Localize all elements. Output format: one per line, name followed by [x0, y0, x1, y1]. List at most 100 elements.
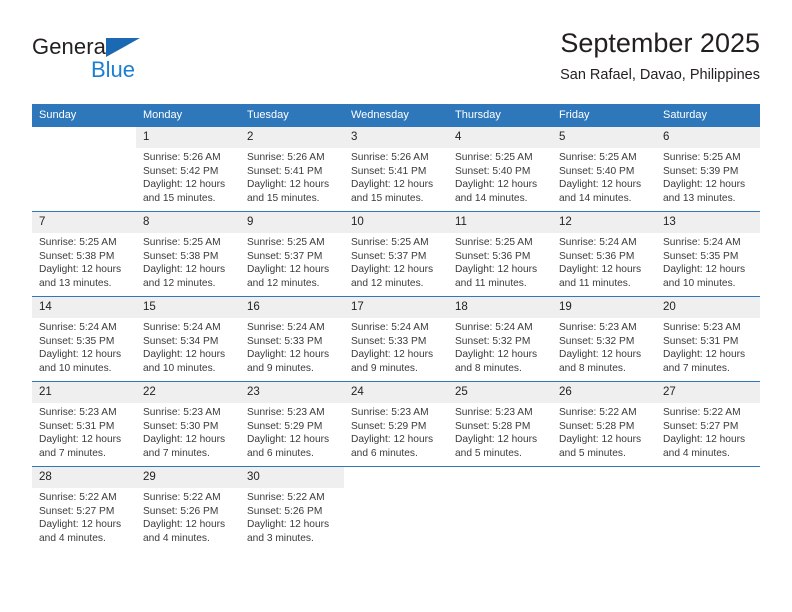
day-info-line: and 10 minutes. — [39, 362, 112, 374]
day-number: 5 — [552, 127, 656, 148]
day-info-line: Daylight: 12 hours — [559, 434, 642, 446]
calendar-day-cell[interactable]: 26 Sunrise: 5:22 AM Sunset: 5:28 PM Dayligh… — [552, 381, 656, 467]
day-info-line: and 14 minutes. — [559, 192, 632, 204]
day-number: 23 — [240, 382, 344, 403]
calendar-day-cell[interactable]: 21 Sunrise: 5:23 AM Sunset: 5:31 PM Dayligh… — [32, 381, 136, 467]
day-info-line: and 15 minutes. — [351, 192, 424, 204]
day-number: 12 — [552, 212, 656, 233]
calendar-day-cell[interactable]: 25 Sunrise: 5:23 AM Sunset: 5:28 PM Dayligh… — [448, 381, 552, 467]
calendar-day-cell[interactable]: 4 Sunrise: 5:25 AM Sunset: 5:40 PM Daylight… — [448, 127, 552, 212]
calendar-week-row: 1 Sunrise: 5:26 AM Sunset: 5:42 PM Daylight… — [32, 127, 760, 212]
day-info-line: Sunset: 5:29 PM — [247, 420, 323, 432]
day-info-line: Daylight: 12 hours — [247, 179, 330, 191]
day-sun-info: Sunrise: 5:24 AM Sunset: 5:33 PM Daylight:… — [344, 318, 448, 375]
day-info-line: Sunrise: 5:23 AM — [143, 407, 221, 418]
day-info-line: Sunset: 5:39 PM — [663, 165, 739, 177]
calendar-day-cell[interactable]: 2 Sunrise: 5:26 AM Sunset: 5:41 PM Daylight… — [240, 127, 344, 212]
calendar-day-cell[interactable]: 1 Sunrise: 5:26 AM Sunset: 5:42 PM Daylight… — [136, 127, 240, 212]
day-info-line: Sunrise: 5:22 AM — [39, 492, 117, 503]
calendar-day-cell[interactable]: 29 Sunrise: 5:22 AM Sunset: 5:26 PM Dayligh… — [136, 466, 240, 551]
weekday-header-cell: Sunday — [32, 104, 136, 127]
day-number: 10 — [344, 212, 448, 233]
calendar-day-cell[interactable]: 28 Sunrise: 5:22 AM Sunset: 5:27 PM Dayligh… — [32, 466, 136, 551]
calendar-day-cell[interactable]: 24 Sunrise: 5:23 AM Sunset: 5:29 PM Dayligh… — [344, 381, 448, 467]
day-info-line: Sunrise: 5:25 AM — [143, 237, 221, 248]
calendar-day-cell[interactable]: 30 Sunrise: 5:22 AM Sunset: 5:26 PM Dayligh… — [240, 466, 344, 551]
day-number — [552, 467, 656, 488]
day-number: 3 — [344, 127, 448, 148]
day-info-line: Sunset: 5:38 PM — [143, 250, 219, 262]
day-number: 18 — [448, 297, 552, 318]
day-info-line: Sunrise: 5:24 AM — [455, 322, 533, 333]
day-sun-info: Sunrise: 5:25 AM Sunset: 5:40 PM Daylight:… — [448, 148, 552, 205]
day-number: 30 — [240, 467, 344, 488]
day-info-line: and 6 minutes. — [351, 447, 418, 459]
day-info-line: Daylight: 12 hours — [247, 434, 330, 446]
calendar-day-cell[interactable]: 10 Sunrise: 5:25 AM Sunset: 5:37 PM Dayligh… — [344, 211, 448, 297]
day-info-line: and 9 minutes. — [247, 362, 314, 374]
calendar-day-cell[interactable]: 3 Sunrise: 5:26 AM Sunset: 5:41 PM Daylight… — [344, 127, 448, 212]
day-info-line: Sunrise: 5:24 AM — [143, 322, 221, 333]
day-number: 19 — [552, 297, 656, 318]
calendar-day-cell[interactable]: 6 Sunrise: 5:25 AM Sunset: 5:39 PM Daylight… — [656, 127, 760, 212]
calendar-day-cell[interactable]: 9 Sunrise: 5:25 AM Sunset: 5:37 PM Daylight… — [240, 211, 344, 297]
general-blue-logo[interactable]: General Blue — [32, 34, 172, 88]
day-info-line: Sunset: 5:41 PM — [247, 165, 323, 177]
day-sun-info: Sunrise: 5:24 AM Sunset: 5:33 PM Daylight:… — [240, 318, 344, 375]
day-sun-info: Sunrise: 5:25 AM Sunset: 5:37 PM Daylight:… — [344, 233, 448, 290]
day-number: 9 — [240, 212, 344, 233]
calendar-day-cell[interactable]: 19 Sunrise: 5:23 AM Sunset: 5:32 PM Dayligh… — [552, 296, 656, 382]
calendar-body: 1 Sunrise: 5:26 AM Sunset: 5:42 PM Daylight… — [32, 127, 760, 551]
calendar-day-cell[interactable]: 20 Sunrise: 5:23 AM Sunset: 5:31 PM Dayligh… — [656, 296, 760, 382]
calendar-day-cell[interactable]: 16 Sunrise: 5:24 AM Sunset: 5:33 PM Dayligh… — [240, 296, 344, 382]
day-sun-info: Sunrise: 5:26 AM Sunset: 5:41 PM Daylight:… — [240, 148, 344, 205]
calendar-day-cell[interactable]: 22 Sunrise: 5:23 AM Sunset: 5:30 PM Dayligh… — [136, 381, 240, 467]
day-info-line: and 4 minutes. — [39, 532, 106, 544]
day-info-line: and 11 minutes. — [455, 277, 527, 289]
day-info-line: Sunset: 5:26 PM — [247, 505, 323, 517]
day-info-line: Sunrise: 5:23 AM — [351, 407, 429, 418]
calendar-day-cell[interactable]: 23 Sunrise: 5:23 AM Sunset: 5:29 PM Dayligh… — [240, 381, 344, 467]
day-sun-info: Sunrise: 5:25 AM Sunset: 5:38 PM Daylight:… — [32, 233, 136, 290]
weekday-header-cell: Wednesday — [344, 104, 448, 127]
day-number: 21 — [32, 382, 136, 403]
day-info-line: Sunrise: 5:25 AM — [455, 237, 533, 248]
day-info-line: Sunset: 5:27 PM — [663, 420, 739, 432]
day-info-line: Sunset: 5:42 PM — [143, 165, 219, 177]
calendar-day-cell[interactable]: 17 Sunrise: 5:24 AM Sunset: 5:33 PM Dayligh… — [344, 296, 448, 382]
day-info-line: Sunrise: 5:23 AM — [559, 322, 637, 333]
day-info-line: Daylight: 12 hours — [39, 434, 122, 446]
calendar-day-cell[interactable]: 15 Sunrise: 5:24 AM Sunset: 5:34 PM Dayligh… — [136, 296, 240, 382]
day-info-line: and 6 minutes. — [247, 447, 314, 459]
day-info-line: Sunset: 5:31 PM — [39, 420, 115, 432]
day-number: 16 — [240, 297, 344, 318]
day-sun-info: Sunrise: 5:24 AM Sunset: 5:35 PM Daylight:… — [32, 318, 136, 375]
calendar-day-cell[interactable]: 5 Sunrise: 5:25 AM Sunset: 5:40 PM Daylight… — [552, 127, 656, 212]
day-sun-info: Sunrise: 5:23 AM Sunset: 5:28 PM Daylight:… — [448, 403, 552, 460]
day-sun-info: Sunrise: 5:23 AM Sunset: 5:31 PM Daylight:… — [32, 403, 136, 460]
day-info-line: Sunrise: 5:26 AM — [143, 152, 221, 163]
day-info-line: and 13 minutes. — [39, 277, 112, 289]
day-info-line: Sunrise: 5:22 AM — [663, 407, 741, 418]
day-info-line: Sunrise: 5:22 AM — [559, 407, 637, 418]
calendar-day-cell[interactable]: 11 Sunrise: 5:25 AM Sunset: 5:36 PM Dayligh… — [448, 211, 552, 297]
calendar-day-cell[interactable]: 7 Sunrise: 5:25 AM Sunset: 5:38 PM Daylight… — [32, 211, 136, 297]
calendar-day-cell[interactable]: 13 Sunrise: 5:24 AM Sunset: 5:35 PM Dayligh… — [656, 211, 760, 297]
day-info-line: and 7 minutes. — [663, 362, 730, 374]
day-info-line: Sunrise: 5:25 AM — [351, 237, 429, 248]
day-info-line: and 15 minutes. — [247, 192, 320, 204]
day-info-line: Daylight: 12 hours — [143, 519, 226, 531]
calendar-day-cell[interactable]: 8 Sunrise: 5:25 AM Sunset: 5:38 PM Daylight… — [136, 211, 240, 297]
day-info-line: Daylight: 12 hours — [663, 179, 746, 191]
day-info-line: Sunset: 5:37 PM — [247, 250, 323, 262]
calendar-day-cell[interactable]: 12 Sunrise: 5:24 AM Sunset: 5:36 PM Dayligh… — [552, 211, 656, 297]
calendar-day-cell[interactable]: 14 Sunrise: 5:24 AM Sunset: 5:35 PM Dayligh… — [32, 296, 136, 382]
day-info-line: Sunset: 5:31 PM — [663, 335, 739, 347]
calendar-day-cell[interactable]: 27 Sunrise: 5:22 AM Sunset: 5:27 PM Dayligh… — [656, 381, 760, 467]
day-info-line: Sunrise: 5:24 AM — [559, 237, 637, 248]
calendar-day-cell[interactable]: 18 Sunrise: 5:24 AM Sunset: 5:32 PM Dayligh… — [448, 296, 552, 382]
day-info-line: Daylight: 12 hours — [455, 264, 538, 276]
day-info-line: Daylight: 12 hours — [663, 349, 746, 361]
day-info-line: Daylight: 12 hours — [559, 349, 642, 361]
calendar-day-cell-empty — [552, 466, 656, 551]
